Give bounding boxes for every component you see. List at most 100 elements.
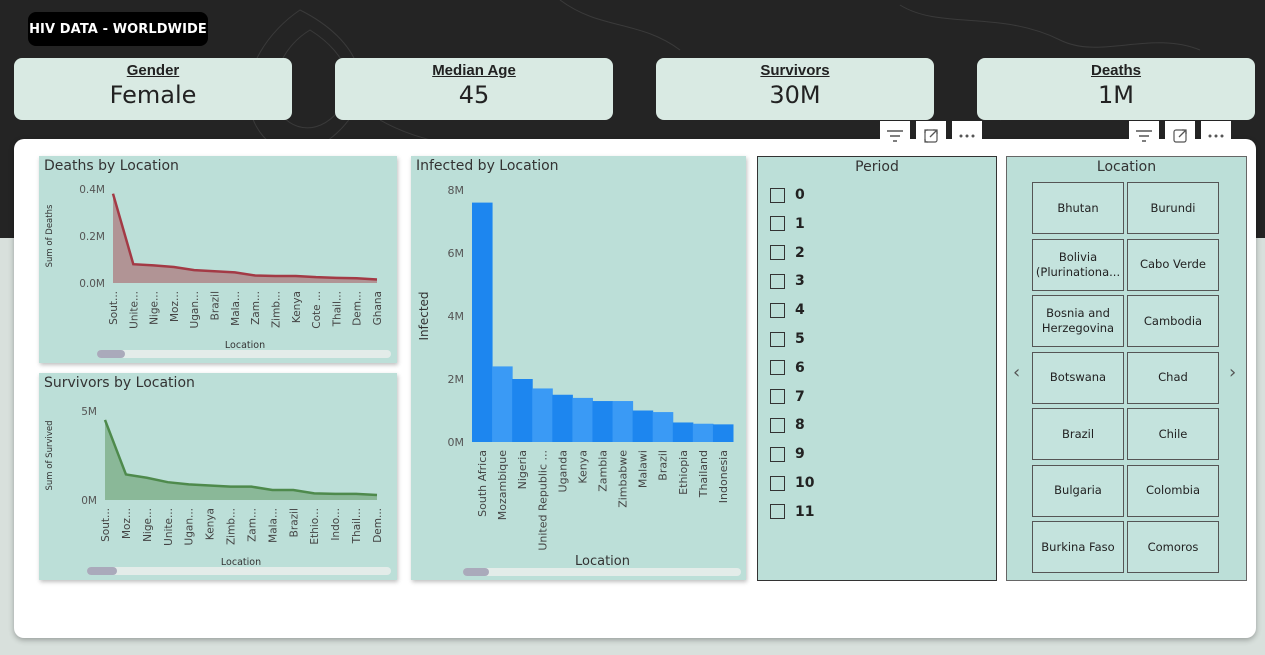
checkbox[interactable] <box>770 302 785 318</box>
kpi-value: 30M <box>769 81 821 109</box>
checkbox[interactable] <box>770 187 785 203</box>
location-tile[interactable]: Colombia <box>1127 464 1219 517</box>
horizontal-scrollbar[interactable] <box>97 350 391 358</box>
x-tick-label: Indonesia <box>717 450 730 503</box>
x-tick-label: Kenya <box>291 291 303 323</box>
kpi-card-survivors: Survivors 30M <box>656 58 934 120</box>
location-tile[interactable]: Bhutan <box>1032 182 1124 234</box>
checkbox[interactable] <box>770 216 785 232</box>
y-axis-label: Sum of Deaths <box>45 204 55 267</box>
checkbox[interactable] <box>770 360 785 376</box>
period-option-label: 3 <box>795 273 805 290</box>
infected-bar <box>532 388 553 442</box>
x-tick-label: Brazil <box>657 450 670 481</box>
y-tick-label: 5M <box>81 406 97 418</box>
kpi-value: Female <box>109 81 197 109</box>
period-option-label: 8 <box>795 417 805 434</box>
period-option[interactable]: 8 <box>770 417 805 433</box>
x-tick-label: Mozambique <box>496 450 509 520</box>
checkbox[interactable] <box>770 273 785 289</box>
period-option-label: 4 <box>795 302 805 319</box>
x-tick-label: Mala... <box>230 291 242 326</box>
location-tile[interactable]: Comoros <box>1127 521 1219 573</box>
x-tick-label: Cote ... <box>311 291 323 329</box>
location-tile[interactable]: Cambodia <box>1127 295 1219 347</box>
x-tick-label: Mala... <box>267 508 279 543</box>
period-option-label: 1 <box>795 215 805 232</box>
location-tile[interactable]: Brazil <box>1032 408 1124 460</box>
more-options-icon[interactable] <box>1201 121 1231 151</box>
x-tick-label: Thail... <box>351 508 363 544</box>
chevron-left-icon[interactable]: ‹ <box>1013 362 1020 383</box>
period-option-label: 2 <box>795 244 805 261</box>
infected-by-location-chart[interactable]: Infected by Location 8M 6M 4M 2M 0M South Afr… <box>411 156 746 580</box>
x-tick-label: Nigeria <box>516 450 529 489</box>
location-tile[interactable]: Bolivia (Plurinationa... <box>1032 238 1124 291</box>
checkbox[interactable] <box>770 331 785 347</box>
location-tile[interactable]: Botswana <box>1032 351 1124 404</box>
infected-bar <box>572 397 593 442</box>
period-option-label: 11 <box>795 503 815 520</box>
x-tick-label: Sout... <box>100 508 112 542</box>
infected-bar <box>672 422 694 442</box>
horizontal-scrollbar[interactable] <box>463 568 741 576</box>
location-tile[interactable]: Chad <box>1127 351 1219 404</box>
period-option-label: 6 <box>795 359 805 376</box>
chevron-right-icon[interactable]: › <box>1229 362 1236 383</box>
x-tick-label: Unite... <box>128 291 140 329</box>
kpi-label: Deaths <box>1090 62 1142 79</box>
period-option[interactable]: 10 <box>770 475 814 491</box>
checkbox[interactable] <box>770 389 785 405</box>
period-slicer: Period 0 1 2 3 4 5 6 7 8 9 10 11 <box>757 156 997 581</box>
infected-bar <box>652 412 674 442</box>
checkbox[interactable] <box>770 245 785 261</box>
scrollbar-thumb[interactable] <box>463 568 489 576</box>
area-fill <box>113 193 377 283</box>
x-tick-label: Nige... <box>142 508 154 542</box>
infected-bar <box>512 379 533 442</box>
focus-mode-icon[interactable] <box>916 121 946 151</box>
x-tick-label: Uganda <box>556 450 569 492</box>
location-tile[interactable]: Bulgaria <box>1032 464 1124 517</box>
horizontal-scrollbar[interactable] <box>87 567 391 575</box>
x-tick-label: South Africa <box>476 450 489 517</box>
period-option[interactable]: 2 <box>770 245 805 261</box>
period-option[interactable]: 6 <box>770 360 805 376</box>
infected-bar <box>552 394 573 442</box>
period-option[interactable]: 1 <box>770 216 805 232</box>
y-tick-label: 0M <box>81 495 97 507</box>
checkbox[interactable] <box>770 446 785 462</box>
y-axis-label: Infected <box>417 291 431 340</box>
location-tile[interactable]: Burkina Faso <box>1032 521 1124 573</box>
checkbox[interactable] <box>770 417 785 433</box>
period-option[interactable]: 4 <box>770 302 805 318</box>
scrollbar-thumb[interactable] <box>87 567 117 575</box>
period-option[interactable]: 5 <box>770 331 805 347</box>
more-options-icon[interactable] <box>952 121 982 151</box>
checkbox[interactable] <box>770 475 785 491</box>
period-option[interactable]: 3 <box>770 273 805 289</box>
filter-icon[interactable] <box>1129 121 1159 151</box>
location-tile[interactable]: Burundi <box>1127 182 1219 234</box>
period-option[interactable]: 9 <box>770 446 805 462</box>
location-tile[interactable]: Chile <box>1127 408 1219 460</box>
checkbox[interactable] <box>770 504 785 520</box>
location-tile[interactable]: Cabo Verde <box>1127 238 1219 291</box>
deaths-by-location-chart[interactable]: Deaths by Location 0.4M 0.2M 0.0M Sout... Un… <box>39 156 397 363</box>
focus-mode-icon[interactable] <box>1165 121 1195 151</box>
x-tick-label: Ghana <box>372 291 384 325</box>
period-option[interactable]: 7 <box>770 389 805 405</box>
infected-bar <box>712 424 734 442</box>
survivors-by-location-chart[interactable]: Survivors by Location 5M 0M Sout... Moz... N… <box>39 373 397 580</box>
x-tick-label: Ugan... <box>189 291 201 328</box>
y-tick-label: 0.4M <box>79 184 105 196</box>
x-tick-label: Kenya <box>576 450 589 484</box>
scrollbar-thumb[interactable] <box>97 350 125 358</box>
period-option[interactable]: 0 <box>770 187 805 203</box>
location-tile[interactable]: Bosnia and Herzegovina <box>1032 295 1124 347</box>
infected-bar <box>592 401 614 442</box>
filter-icon[interactable] <box>880 121 910 151</box>
period-option[interactable]: 11 <box>770 504 814 520</box>
x-tick-label: Ethiopia <box>677 450 690 495</box>
x-tick-label: Dem... <box>372 508 384 543</box>
